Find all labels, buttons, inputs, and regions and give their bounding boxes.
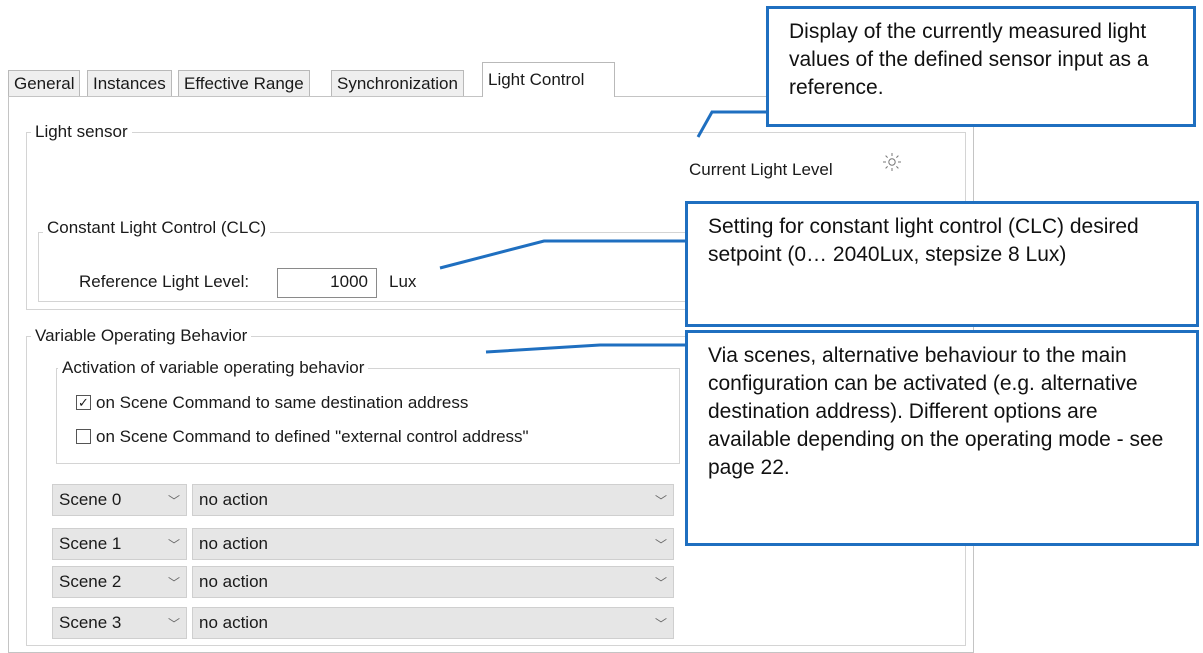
light-values-leader (696, 110, 768, 138)
callout-light-values: Display of the currently measured light … (766, 6, 1196, 127)
clc-leader (439, 239, 686, 270)
tab-light-control[interactable]: Light Control (482, 62, 615, 97)
callout-scenes: Via scenes, alternative behaviour to the… (685, 330, 1199, 546)
callout-clc-setting: Setting for constant light control (CLC)… (685, 201, 1199, 327)
scenes-leader (485, 343, 686, 354)
